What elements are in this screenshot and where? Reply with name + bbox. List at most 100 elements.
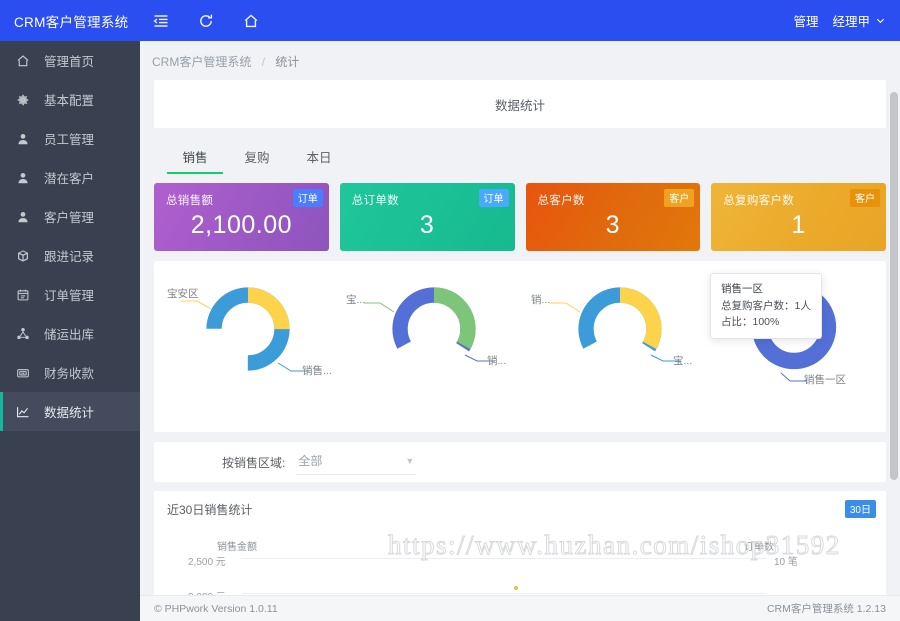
app-brand-title: CRM客户管理系统	[14, 14, 129, 30]
share-icon	[16, 327, 33, 341]
stat-card-total-sales[interactable]: 订单 总销售额 2,100.00	[154, 183, 329, 251]
content-scrollbar[interactable]	[890, 88, 898, 621]
stat-card-total-orders[interactable]: 订单 总订单数 3	[339, 183, 515, 251]
trend-range-badge: 30日	[844, 500, 876, 518]
user-icon	[16, 171, 33, 185]
filter-bar: 按销售区域: 全部 ▼	[154, 442, 886, 482]
region-select[interactable]: 全部 ▼	[296, 449, 417, 475]
scrollbar-thumb[interactable]	[890, 92, 898, 480]
donut-chart-3[interactable]: 销... 宝...	[526, 261, 711, 432]
stat-card-value: 2,100.00	[190, 211, 293, 239]
calendar-icon	[16, 288, 33, 302]
donut-label-left: 宝安区	[167, 288, 199, 300]
footer-right-text: CRM客户管理系统 1.2.13	[766, 603, 886, 615]
sidebar-item-customer-management[interactable]: 客户管理	[0, 197, 140, 236]
tooltip-title: 销售一区	[721, 283, 763, 295]
tab-today[interactable]: 本日	[288, 147, 350, 174]
donut-chart-panel: 宝安区 销售... 宝... 销... 销... 宝... 销售一区 销售一区 …	[154, 261, 886, 432]
home-icon	[16, 54, 33, 68]
donut-label-right: 宝...	[673, 355, 693, 367]
gridline	[242, 593, 767, 594]
stat-card-total-customers[interactable]: 客户 总客户数 3	[525, 183, 701, 251]
donut-label-left: 销...	[531, 294, 551, 306]
sidebar-item-label: 潜在客户	[44, 172, 95, 186]
sidebar-item-label: 基本配置	[44, 94, 95, 108]
footer-left-text: © PHPwork Version 1.0.11	[154, 602, 278, 615]
donut-label-right: 销售一区	[804, 374, 846, 386]
sidebar-item-warehouse-shipping[interactable]: 储运出库	[0, 314, 140, 353]
sidebar-item-label: 员工管理	[44, 133, 95, 147]
donut-label-right: 销...	[487, 355, 507, 367]
gridline	[242, 558, 767, 559]
home-icon[interactable]	[242, 12, 259, 29]
statistics-tabs: 销售 复购 本日	[154, 138, 886, 174]
sidebar-item-label: 储运出库	[44, 328, 95, 342]
top-header-bar: CRM客户管理系统 管理 经理甲	[0, 0, 900, 41]
breadcrumb-root[interactable]: CRM客户管理系统	[152, 55, 251, 69]
tab-repurchase[interactable]: 复购	[226, 147, 288, 174]
stat-card-row: 订单 总销售额 2,100.00 订单 总订单数 3 客户 总客户数 3 客户 …	[154, 183, 886, 251]
trend-right-axis-label: 订单数	[744, 542, 774, 553]
stat-card-title: 总复购客户数	[723, 195, 795, 207]
page-footer: © PHPwork Version 1.0.11 CRM客户管理系统 1.2.1…	[140, 595, 900, 621]
sidebar-item-finance-receipts[interactable]: 财务收款	[0, 353, 140, 392]
sidebar-item-label: 管理首页	[44, 55, 95, 69]
stat-card-title: 总订单数	[351, 195, 399, 207]
trend-y-tick: 2,500 元	[188, 557, 226, 568]
sidebar-item-label: 数据统计	[44, 406, 95, 420]
donut-label-left: 宝...	[346, 294, 366, 306]
chart-icon	[16, 405, 33, 419]
stat-card-value: 3	[605, 211, 621, 239]
manage-link[interactable]: 管理	[793, 11, 818, 30]
region-filter-label: 按销售区域:	[222, 455, 286, 470]
chevron-down-icon	[875, 15, 886, 26]
breadcrumb-separator: /	[261, 55, 266, 69]
page-title-panel: 数据统计	[154, 80, 886, 129]
sidebar-item-follow-up-records[interactable]: 跟进记录	[0, 236, 140, 275]
sidebar-item-home[interactable]: 管理首页	[0, 41, 140, 80]
box-icon	[16, 249, 33, 263]
donut-chart-1[interactable]: 宝安区 销售...	[154, 261, 339, 432]
stat-card-title: 总客户数	[537, 195, 585, 207]
chart-tooltip: 销售一区 总复购客户数：1人 占比：100%	[710, 273, 822, 339]
breadcrumb: CRM客户管理系统 / 统计	[140, 41, 900, 80]
sidebar-item-label: 订单管理	[44, 289, 95, 303]
page-title: 数据统计	[154, 80, 886, 129]
header-user-area: 管理 经理甲	[793, 11, 900, 30]
trend-y2-tick: 10 笔	[774, 557, 798, 568]
sidebar-item-data-statistics[interactable]: 数据统计	[0, 392, 140, 431]
sales-trend-panel: 近30日销售统计 30日 销售金额 订单数 2,500 元 2,000 元 10…	[154, 491, 886, 611]
sidebar-item-staff[interactable]: 员工管理	[0, 119, 140, 158]
gear-icon	[16, 93, 33, 107]
breadcrumb-current: 统计	[275, 55, 300, 69]
user-icon	[16, 210, 33, 224]
stat-card-value: 3	[419, 211, 435, 239]
data-point	[514, 586, 518, 590]
chevron-down-icon: ▼	[405, 455, 415, 466]
tooltip-line-2: 占比：100%	[721, 316, 780, 328]
tab-sales[interactable]: 销售	[164, 147, 226, 174]
stat-card-title: 总销售额	[166, 195, 214, 207]
menu-fold-icon[interactable]	[152, 12, 169, 29]
refresh-icon[interactable]	[197, 12, 214, 29]
leader-line	[550, 301, 584, 315]
stat-card-repurchase-customers[interactable]: 客户 总复购客户数 1	[711, 183, 886, 251]
wallet-icon	[16, 366, 33, 380]
user-name-label: 经理甲	[832, 15, 870, 29]
donut-chart-2[interactable]: 宝... 销...	[340, 261, 525, 432]
tooltip-line-1: 总复购客户数：1人	[721, 300, 811, 312]
crm-statistics-page: CRM客户管理系统 管理 经理甲 管理首页 基本配置 员工管理 潜在客户 客户管…	[0, 0, 900, 621]
user-menu[interactable]: 经理甲	[832, 11, 886, 30]
region-select-value: 全部	[298, 454, 323, 468]
sidebar-nav: 管理首页 基本配置 员工管理 潜在客户 客户管理 跟进记录 订单管理 储运出库 …	[0, 41, 140, 621]
leader-line	[364, 301, 398, 315]
sidebar-item-label: 客户管理	[44, 211, 95, 225]
sidebar-item-basic-config[interactable]: 基本配置	[0, 80, 140, 119]
sidebar-item-potential-customers[interactable]: 潜在客户	[0, 158, 140, 197]
stat-card-value: 1	[791, 211, 806, 239]
sidebar-item-order-management[interactable]: 订单管理	[0, 275, 140, 314]
header-icon-group	[152, 12, 259, 29]
donut-label-right: 销售...	[302, 365, 332, 377]
sidebar-item-label: 财务收款	[44, 367, 95, 381]
main-content: CRM客户管理系统 / 统计 数据统计 销售 复购 本日 订单 总销售额 2,1…	[140, 41, 900, 621]
